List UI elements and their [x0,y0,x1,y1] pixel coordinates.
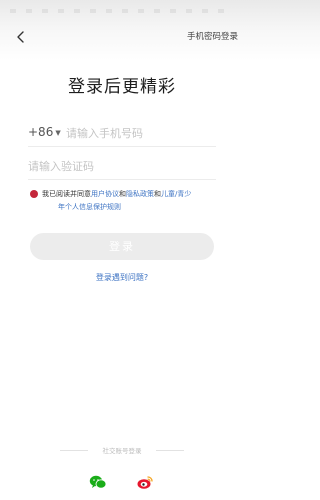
country-code-selector[interactable]: +86 ▼ [28,125,61,139]
agreement: 我已阅读并同意用户协议和隐私政策和儿童/青少 年个人信息保护规则 [30,188,220,214]
phone-row: +86 ▼ [28,120,216,147]
children-policy-link[interactable]: 儿童/青少 [161,190,191,198]
login-help-link[interactable]: 登录遇到问题? [0,272,244,283]
password-login-link[interactable]: 手机密码登录 [187,30,238,42]
user-agreement-link[interactable]: 用户协议 [91,190,119,198]
agreement-line-1: 我已阅读并同意用户协议和隐私政策和儿童/青少 [30,188,220,201]
country-code: +86 [28,125,54,139]
back-icon[interactable] [14,29,28,43]
wechat-icon[interactable] [89,474,107,490]
code-row [28,153,216,180]
agreement-checkbox[interactable] [30,190,38,198]
login-button[interactable]: 登录 [30,233,214,260]
privacy-policy-link[interactable]: 隐私政策 [126,190,154,198]
divider-line [156,450,184,451]
weibo-icon[interactable] [136,474,154,490]
phone-input[interactable] [66,123,216,143]
verification-code-input[interactable] [28,156,216,176]
status-bar-blur [10,9,234,13]
agreement-prefix: 我已阅读并同意 [42,190,91,198]
page-title: 登录后更精彩 [68,77,176,97]
chevron-down-icon: ▼ [55,128,61,137]
agreement-and: 和 [154,190,161,198]
status-bar [0,0,244,22]
agreement-and: 和 [119,190,126,198]
social-login-divider: 社交账号登录 [60,445,184,455]
top-bar: 手机密码登录 [0,26,244,48]
children-policy-link-cont[interactable]: 年个人信息保护规则 [30,201,220,214]
